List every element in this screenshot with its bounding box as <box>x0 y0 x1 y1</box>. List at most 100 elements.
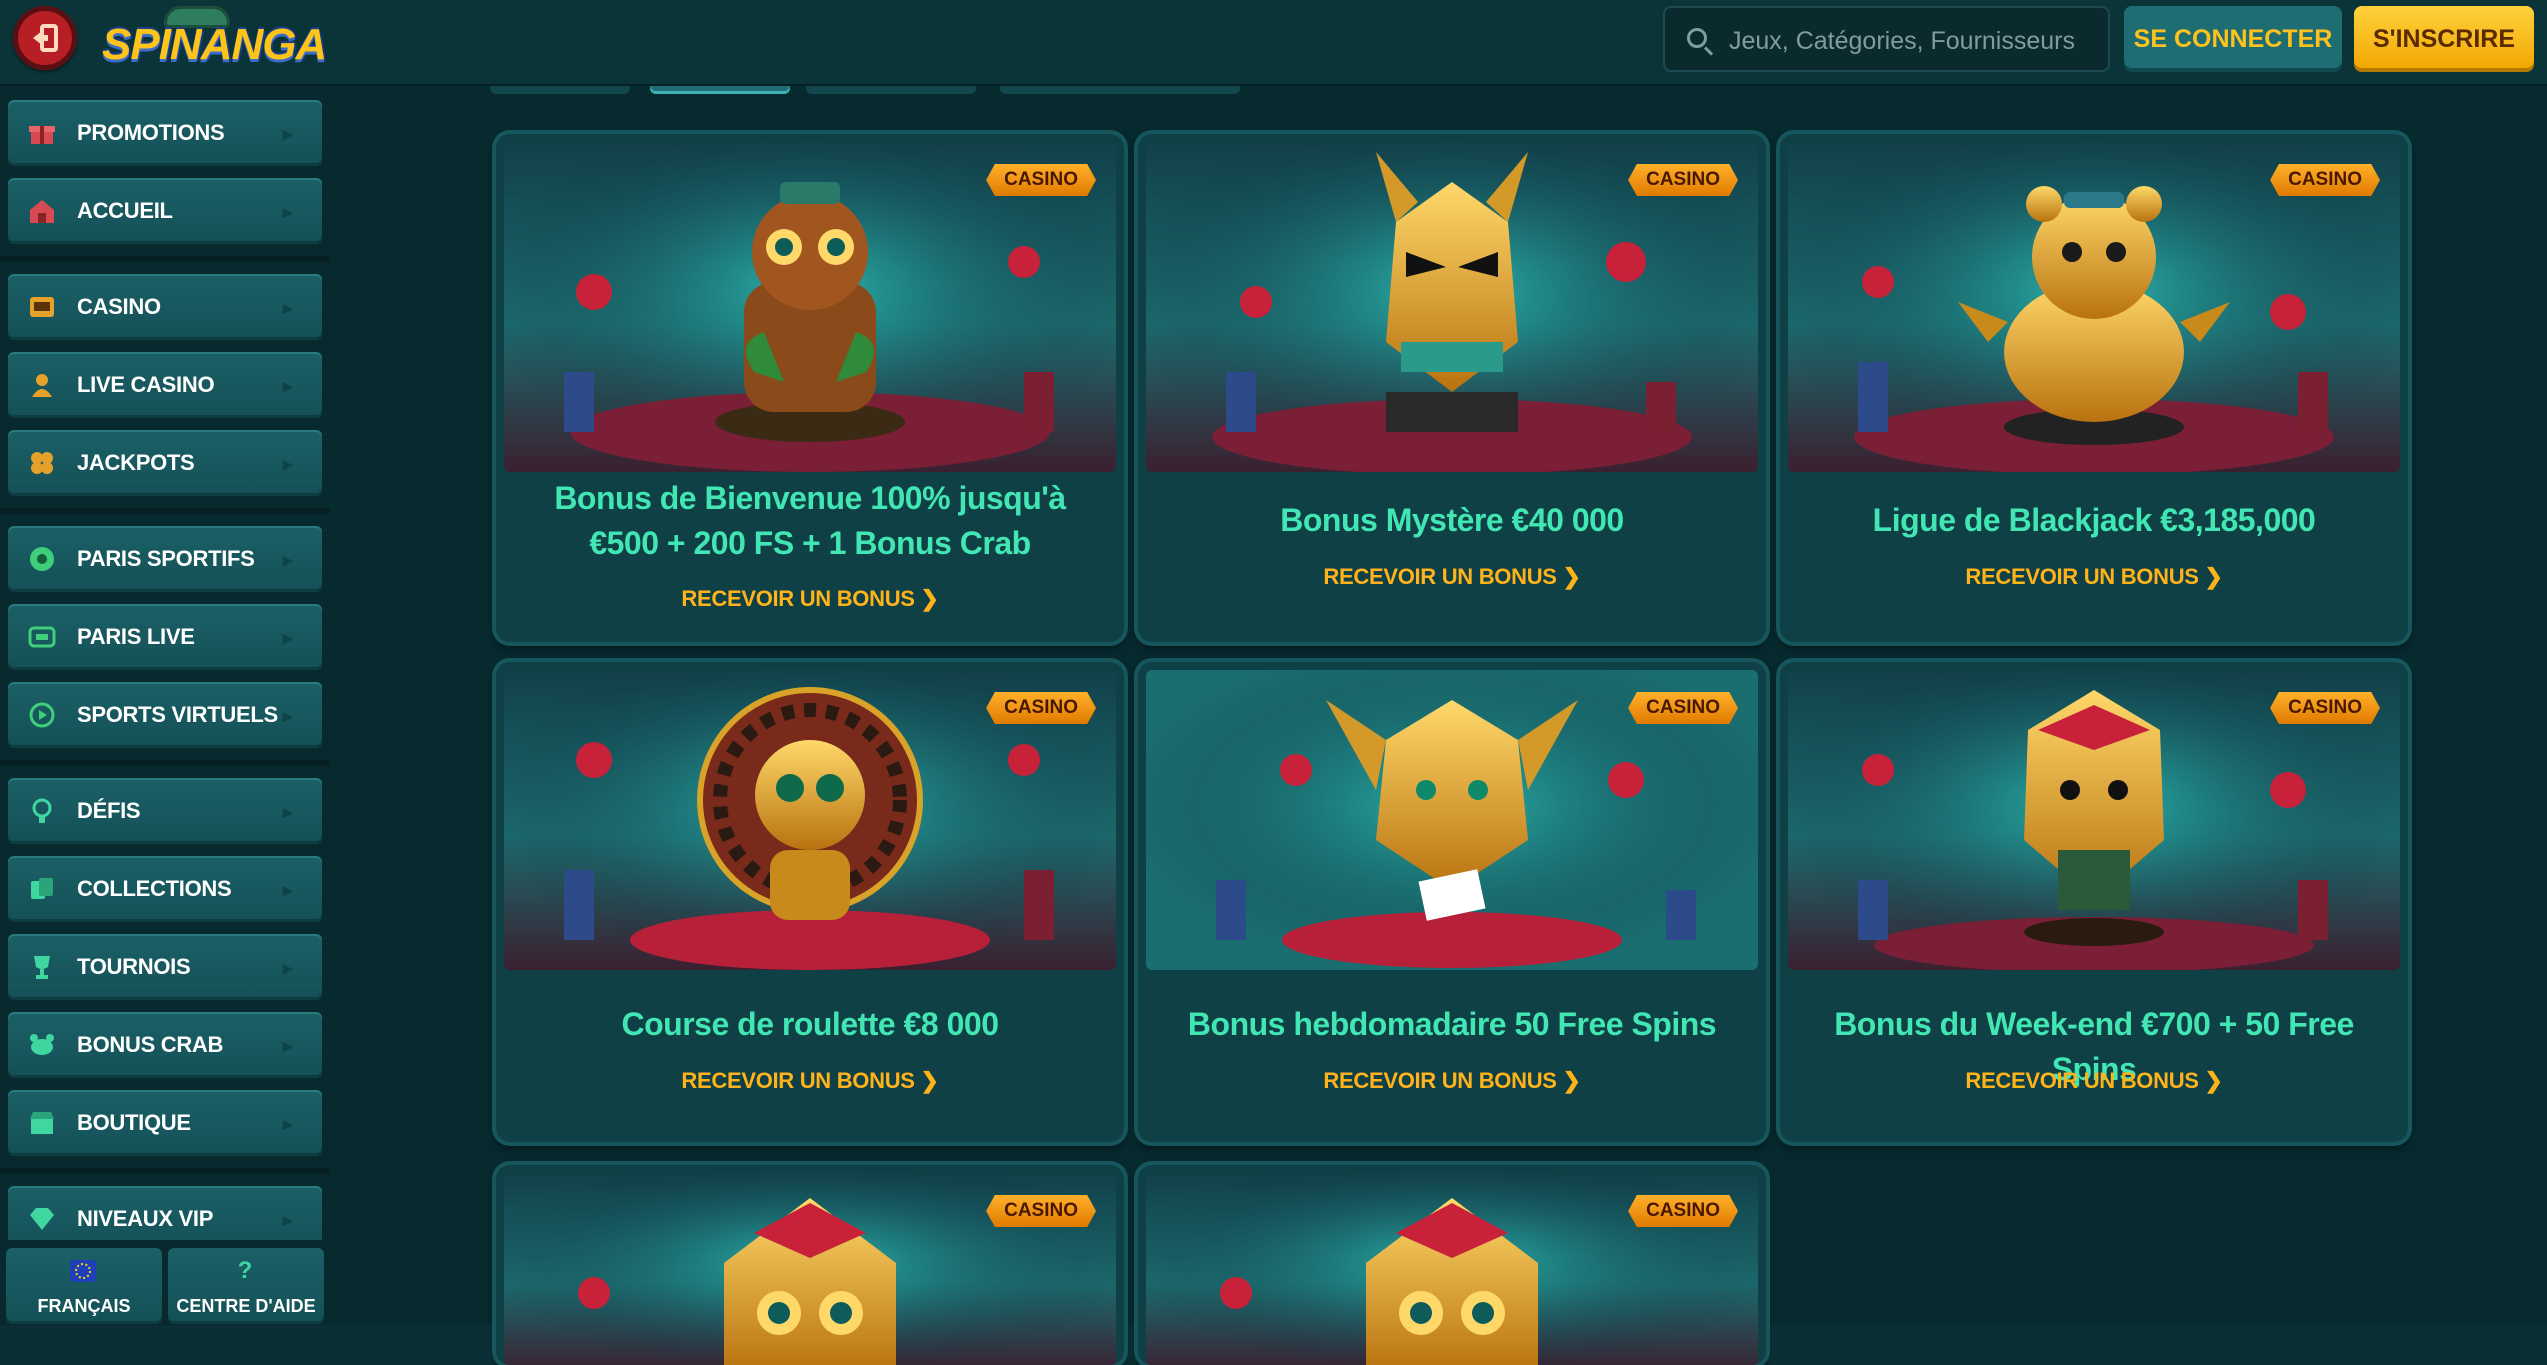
category-tab[interactable] <box>806 86 976 94</box>
casino-badge: CASINO <box>2270 692 2380 724</box>
chevron-right-icon <box>278 1111 298 1135</box>
receive-bonus-link[interactable]: RECEVOIR UN BONUS ❯ <box>496 586 1124 612</box>
help-center-button[interactable]: ? CENTRE D'AIDE <box>168 1248 324 1324</box>
search-box[interactable] <box>1663 6 2110 72</box>
sidebar-item-label: NIVEAUX VIP <box>77 1206 214 1231</box>
receive-bonus-link[interactable]: RECEVOIR UN BONUS ❯ <box>1138 564 1766 590</box>
promo-card[interactable]: CASINO Ligue de Blackjack €3,185,000 REC… <box>1780 134 2408 642</box>
sidebar-divider <box>0 1168 330 1174</box>
logo[interactable]: SPINANGA <box>102 6 327 76</box>
casino-badge: CASINO <box>1628 164 1738 196</box>
chevron-right-icon <box>278 1033 298 1057</box>
promo-title: Course de roulette €8 000 <box>621 1006 999 1042</box>
sidebar-item-label: ACCUEIL <box>77 198 173 223</box>
casino-badge: CASINO <box>2270 164 2380 196</box>
login-button[interactable]: SE CONNECTER <box>2124 6 2342 72</box>
casino-badge: CASINO <box>986 692 1096 724</box>
chevron-right-icon <box>278 877 298 901</box>
sidebar-item-label: PARIS LIVE <box>77 624 195 649</box>
sidebar-item-label: SPORTS VIRTUELS <box>77 702 278 727</box>
sidebar-item-bonus-crab[interactable]: BONUS CRAB <box>8 1012 322 1078</box>
signup-button[interactable]: S'INSCRIRE <box>2354 6 2534 72</box>
chevron-right-icon <box>278 373 298 397</box>
chevron-right-icon <box>278 625 298 649</box>
sidebar-item-label: LIVE CASINO <box>77 372 215 397</box>
chevron-right-icon <box>278 955 298 979</box>
sidebar-item-label: CASINO <box>77 294 161 319</box>
sidebar: PROMOTIONS ACCUEIL CASINO LIVE CASINO JA… <box>0 86 330 1325</box>
dealer-icon <box>32 374 52 397</box>
eu-flag-icon <box>70 1260 96 1282</box>
promo-card[interactable]: CASINO <box>1138 1165 1766 1365</box>
receive-bonus-link[interactable]: RECEVOIR UN BONUS ❯ <box>1780 1068 2408 1094</box>
sidebar-item-label: COLLECTIONS <box>77 876 232 901</box>
chevron-right-icon <box>278 199 298 223</box>
promo-card[interactable]: CASINO Bonus de Bienvenue 100% jusqu'à €… <box>496 134 1124 642</box>
logo-text: SPINANGA <box>102 20 327 69</box>
sidebar-item-jackpots[interactable]: JACKPOTS <box>8 430 322 496</box>
casino-badge: CASINO <box>986 1195 1096 1227</box>
crab-icon <box>30 1034 54 1055</box>
sidebar-item-collections[interactable]: COLLECTIONS <box>8 856 322 922</box>
sidebar-item-casino[interactable]: CASINO <box>8 274 322 340</box>
sidebar-item-sports-virtuels[interactable]: SPORTS VIRTUELS <box>8 682 322 748</box>
sidebar-item-paris-sportifs[interactable]: PARIS SPORTIFS <box>8 526 322 592</box>
virtual-sport-icon <box>29 702 55 728</box>
promo-card[interactable]: CASINO <box>496 1165 1124 1365</box>
promo-title: Ligue de Blackjack €3,185,000 <box>1872 502 2316 538</box>
chevron-right-icon <box>278 295 298 319</box>
gift-icon <box>29 126 55 144</box>
promo-card[interactable]: CASINO Course de roulette €8 000 RECEVOI… <box>496 662 1124 1142</box>
slot-machine-icon <box>30 297 54 317</box>
sidebar-item-label: BOUTIQUE <box>77 1110 191 1135</box>
promo-title: Bonus Mystère €40 000 <box>1280 502 1624 538</box>
promo-card[interactable]: CASINO Bonus hebdomadaire 50 Free Spins … <box>1138 662 1766 1142</box>
chevron-right-icon <box>278 121 298 145</box>
language-label: FRANÇAIS <box>37 1296 131 1316</box>
sidebar-item-accueil[interactable]: ACCUEIL <box>8 178 322 244</box>
sidebar-item-label: TOURNOIS <box>77 954 191 979</box>
shop-icon <box>30 1112 54 1134</box>
sidebar-item-defis[interactable]: DÉFIS <box>8 778 322 844</box>
question-icon: ? <box>237 1257 253 1284</box>
sidebar-divider <box>0 508 330 514</box>
chevron-right-icon <box>278 799 298 823</box>
promo-card[interactable]: CASINO Bonus Mystère €40 000 RECEVOIR UN… <box>1138 134 1766 642</box>
sidebar-item-label: PROMOTIONS <box>77 120 225 145</box>
promo-card[interactable]: CASINO Bonus du Week-end €700 + 50 Free … <box>1780 662 2408 1142</box>
header: SPINANGA SE CONNECTER S'INSCRIRE <box>0 0 2547 86</box>
sidebar-item-live-casino[interactable]: LIVE CASINO <box>8 352 322 418</box>
diamond-icon <box>30 1208 54 1230</box>
receive-bonus-link[interactable]: RECEVOIR UN BONUS ❯ <box>1780 564 2408 590</box>
receive-bonus-link[interactable]: RECEVOIR UN BONUS ❯ <box>496 1068 1124 1094</box>
category-tab-active[interactable] <box>650 86 790 94</box>
trophy-icon <box>34 956 50 979</box>
help-label: CENTRE D'AIDE <box>176 1296 316 1316</box>
sidebar-item-promotions[interactable]: PROMOTIONS <box>8 100 322 166</box>
exit-icon[interactable] <box>13 6 77 70</box>
football-icon <box>30 547 54 571</box>
cards-icon <box>31 878 53 899</box>
sidebar-item-paris-live[interactable]: PARIS LIVE <box>8 604 322 670</box>
chevron-right-icon <box>278 703 298 727</box>
house-icon <box>30 200 54 223</box>
category-tab[interactable] <box>490 86 630 94</box>
sidebar-item-boutique[interactable]: BOUTIQUE <box>8 1090 322 1156</box>
challenge-icon <box>32 798 52 823</box>
casino-badge: CASINO <box>986 164 1096 196</box>
chevron-right-icon <box>278 547 298 571</box>
chevron-right-icon <box>278 1207 298 1231</box>
sidebar-item-label: PARIS SPORTIFS <box>77 546 255 571</box>
receive-bonus-link[interactable]: RECEVOIR UN BONUS ❯ <box>1138 1068 1766 1094</box>
sidebar-divider <box>0 760 330 766</box>
sidebar-item-label: JACKPOTS <box>77 450 195 475</box>
sidebar-item-tournois[interactable]: TOURNOIS <box>8 934 322 1000</box>
casino-badge: CASINO <box>1628 692 1738 724</box>
search-input[interactable] <box>1727 22 2101 60</box>
sidebar-item-label: BONUS CRAB <box>77 1032 224 1057</box>
language-button[interactable]: FRANÇAIS <box>6 1248 162 1324</box>
sidebar-footer: FRANÇAIS ? CENTRE D'AIDE <box>0 1240 330 1325</box>
clover-icon <box>31 452 53 474</box>
category-tab[interactable] <box>1000 86 1240 94</box>
live-icon <box>28 626 56 648</box>
